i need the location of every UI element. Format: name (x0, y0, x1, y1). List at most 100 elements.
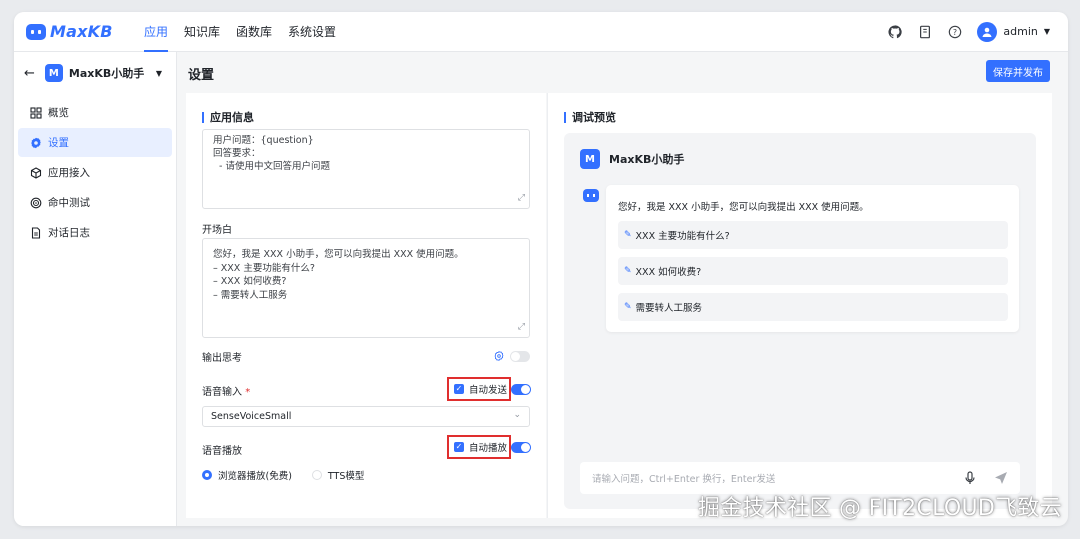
app-name: MaxKB小助手 (68, 67, 145, 80)
nav-knowledge-base[interactable]: 知识库 (176, 12, 228, 52)
suggested-question[interactable]: ✎ 需要转人工服务 (618, 293, 1008, 321)
chevron-down-icon: ⌄ (513, 410, 521, 420)
expand-icon[interactable]: ⤢ (518, 192, 525, 205)
voice-input-toggle[interactable] (511, 384, 531, 395)
header-actions: ? admin ▼ (887, 21, 1054, 42)
document-icon (31, 226, 41, 239)
brand-name: MaxKB (50, 22, 113, 41)
voice-model-value: SenseVoiceSmall (211, 411, 292, 422)
settings-icon[interactable] (494, 351, 504, 361)
main-nav: 应用 知识库 函数库 系统设置 (136, 12, 344, 52)
voice-input-label: 语音输入 * (202, 383, 250, 398)
bot-avatar-icon (583, 189, 599, 202)
opening-line: – XXX 主要功能有什么? (213, 262, 315, 274)
chat-preview: M MaxKB小助手 您好，我是 XXX 小助手，您可以向我提出 XXX 使用问… (564, 133, 1036, 509)
gear-icon (31, 137, 41, 148)
output-thinking-toggle[interactable] (510, 351, 530, 362)
opening-line: 您好，我是 XXX 小助手，您可以向我提出 XXX 使用问题。 (213, 249, 464, 260)
pen-icon: ✎ (624, 302, 632, 312)
bot-message: 您好，我是 XXX 小助手，您可以向我提出 XXX 使用问题。 ✎ XXX 主要… (606, 185, 1019, 332)
pen-icon: ✎ (624, 266, 632, 276)
target-icon (30, 197, 42, 208)
watermark: 掘金技术社区 @ FIT2CLOUD飞致云 (697, 496, 1062, 521)
github-icon[interactable] (887, 24, 903, 40)
greeting-text: 您好，我是 XXX 小助手，您可以向我提出 XXX 使用问题。 (618, 202, 869, 213)
voice-play-label: 语音播放 (202, 446, 242, 457)
opening-line: – 需要转人工服务 (213, 289, 288, 301)
opening-textarea[interactable]: 您好，我是 XXX 小助手，您可以向我提出 XXX 使用问题。 – XXX 主要… (202, 238, 530, 338)
expand-icon[interactable]: ⤢ (518, 321, 525, 335)
checkbox-checked-icon: ✓ (454, 442, 464, 452)
prompt-line: 回答要求： (213, 148, 261, 159)
app-window: MaxKB 应用 知识库 函数库 系统设置 ? admin ▼ ← M MaxK… (14, 12, 1068, 526)
docs-icon[interactable] (917, 24, 933, 40)
opening-line: – XXX 如何收费? (213, 276, 287, 287)
play-mode-radio-group: 浏览器播放(免费) TTS模型 (202, 468, 364, 482)
suggested-question[interactable]: ✎ XXX 如何收费? (618, 257, 1008, 285)
logo-icon (26, 23, 46, 40)
auto-play-label: 自动播放 (469, 443, 508, 454)
sidebar-item-app-access[interactable]: 应用接入 (18, 158, 172, 187)
username: admin (1003, 25, 1038, 38)
grid-icon (30, 106, 42, 119)
avatar (977, 21, 998, 42)
logo[interactable]: MaxKB (26, 22, 136, 41)
app-switcher[interactable]: ← M MaxKB小助手 ▼ (14, 56, 176, 90)
checkbox-checked-icon: ✓ (454, 384, 464, 394)
pen-icon: ✎ (624, 230, 632, 240)
voice-play-toggle[interactable] (511, 442, 531, 453)
sidebar-item-settings[interactable]: 设置 (18, 128, 172, 157)
sidebar-item-hit-test[interactable]: 命中测试 (18, 188, 172, 217)
sidebar-item-label: 概览 (48, 107, 69, 119)
radio-browser-play[interactable] (202, 470, 212, 480)
nav-applications[interactable]: 应用 (136, 12, 176, 52)
sidebar-menu: 概览 设置 应用接入 命中测试 对话日志 (14, 98, 176, 247)
sidebar-item-label: 应用接入 (48, 167, 90, 179)
sidebar-item-chat-log[interactable]: 对话日志 (18, 218, 172, 247)
auto-send-checkbox[interactable]: ✓ 自动发送 (447, 377, 511, 401)
sidebar-item-label: 命中测试 (48, 197, 90, 209)
page-title: 设置 (188, 68, 215, 83)
sidebar-item-label: 对话日志 (48, 227, 90, 239)
voice-input-label-text: 语音输入 (202, 387, 242, 398)
chevron-down-icon[interactable]: ▼ (156, 69, 162, 78)
auto-send-label: 自动发送 (469, 385, 508, 396)
back-arrow-icon[interactable]: ← (24, 66, 35, 81)
suggested-question-text: 需要转人工服务 (635, 303, 703, 314)
chat-header: M MaxKB小助手 (580, 149, 684, 169)
nav-system-settings[interactable]: 系统设置 (280, 12, 344, 52)
cube-icon (30, 166, 42, 179)
preview-title: 调试预览 (564, 109, 616, 125)
debug-preview-panel: 调试预览 M MaxKB小助手 您好，我是 XXX 小助手，您可以向我提出 XX… (547, 93, 1052, 518)
suggested-question[interactable]: ✎ XXX 主要功能有什么? (618, 221, 1008, 249)
app-info-title: 应用信息 (202, 109, 254, 125)
prompt-textarea[interactable]: 用户问题：{question} 回答要求： - 请使用中文回答用户问题 ⤢ (202, 129, 530, 209)
app-info-panel: 应用信息 用户问题：{question} 回答要求： - 请使用中文回答用户问题… (186, 93, 546, 518)
app-badge: M (580, 149, 600, 169)
chat-input-placeholder: 请输入问题，Ctrl+Enter 换行，Enter发送 (592, 474, 776, 485)
prompt-line: 用户问题：{question} (213, 135, 314, 146)
auto-play-checkbox[interactable]: ✓ 自动播放 (447, 435, 511, 459)
nav-function-library[interactable]: 函数库 (228, 12, 280, 52)
save-and-publish-button[interactable]: 保存并发布 (986, 60, 1050, 82)
user-menu[interactable]: admin ▼ (977, 21, 1054, 42)
sidebar-item-label: 设置 (48, 137, 69, 149)
help-icon[interactable]: ? (947, 24, 963, 40)
app-badge: M (44, 64, 63, 82)
svg-text:?: ? (953, 28, 957, 37)
radio-tts-model[interactable] (311, 470, 322, 480)
sidebar-item-overview[interactable]: 概览 (18, 98, 172, 127)
radio-label: 浏览器播放(免费) (218, 471, 292, 482)
suggested-question-text: XXX 主要功能有什么? (635, 231, 730, 242)
prompt-line: - 请使用中文回答用户问题 (213, 161, 330, 172)
opening-label: 开场白 (202, 225, 232, 236)
chevron-down-icon: ▼ (1043, 27, 1050, 36)
suggested-question-text: XXX 如何收费? (635, 267, 702, 278)
sidebar: ← M MaxKB小助手 ▼ 概览 设置 应用接入 命中测试 对话日志 (14, 52, 177, 526)
send-icon[interactable] (994, 471, 1008, 485)
chat-app-name: MaxKB小助手 (609, 153, 685, 166)
microphone-icon[interactable] (964, 471, 976, 485)
voice-model-select[interactable]: SenseVoiceSmall ⌄ (202, 406, 530, 427)
output-thinking-label: 输出思考 (202, 353, 242, 364)
required-mark: * (245, 387, 251, 398)
